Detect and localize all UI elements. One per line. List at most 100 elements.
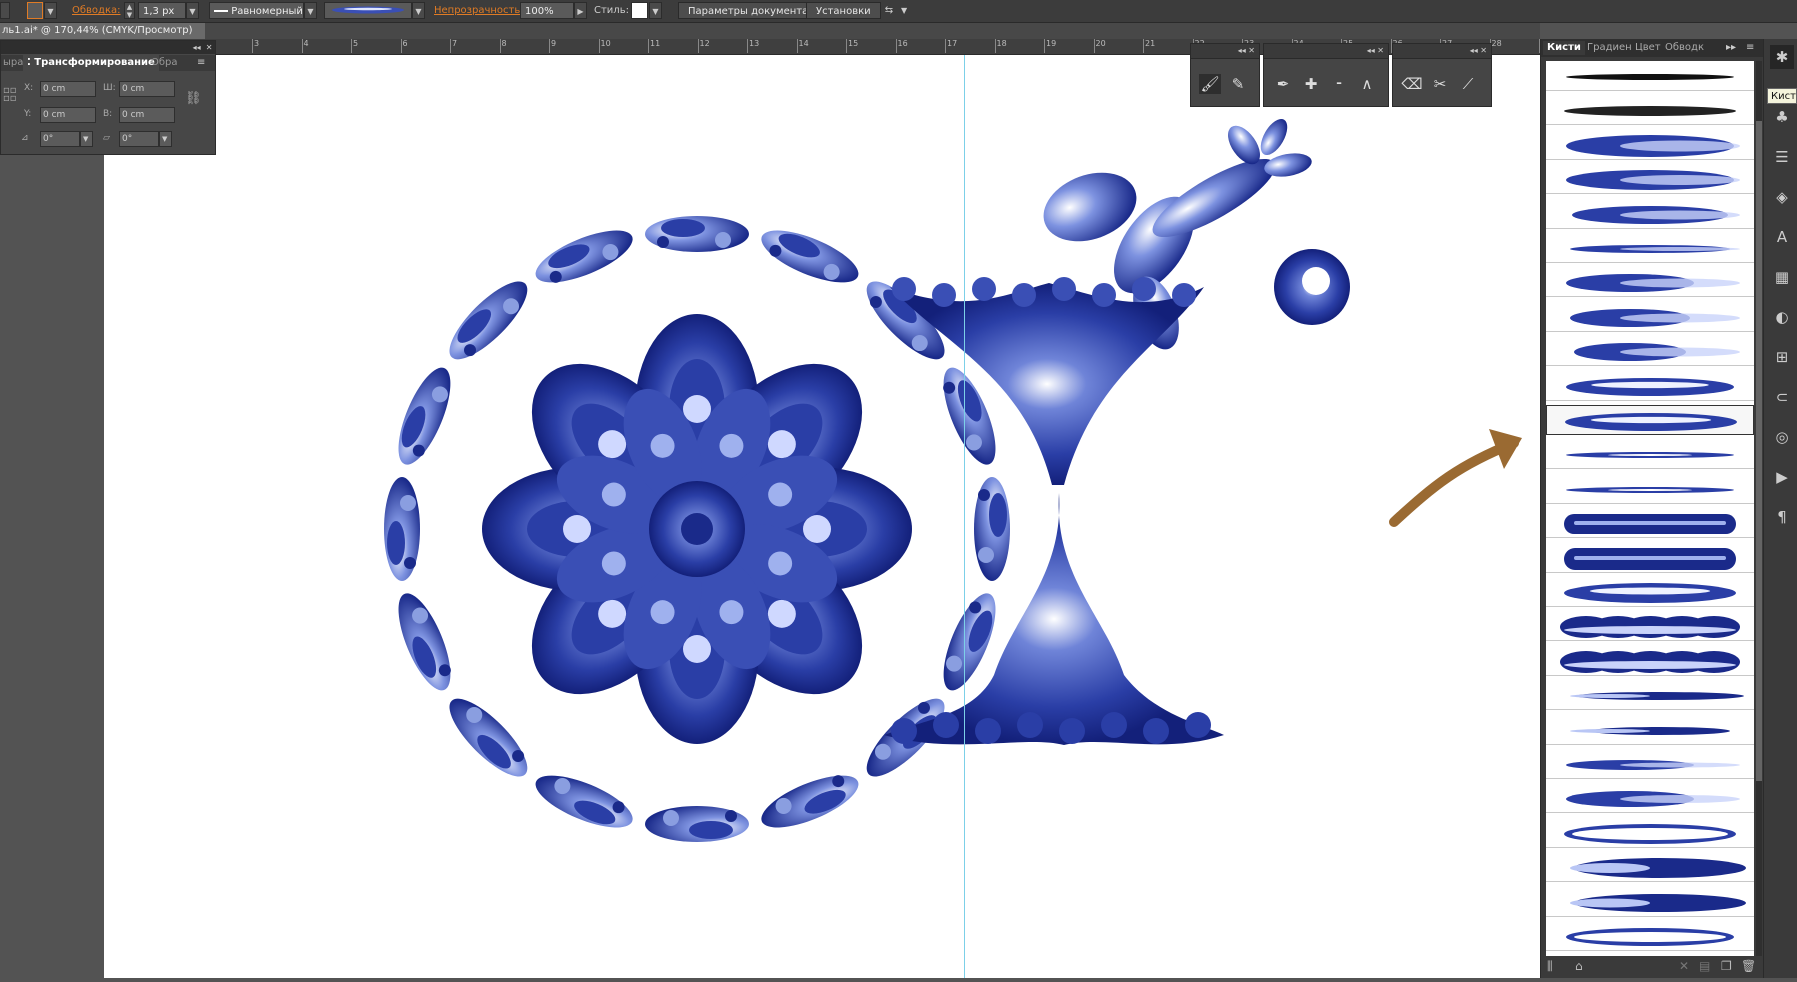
open-library-icon[interactable]: ⌂ xyxy=(1575,959,1583,973)
brush-list-item[interactable] xyxy=(1546,61,1754,91)
new-brush-icon[interactable]: ❐ xyxy=(1721,959,1732,973)
brush-list-item[interactable] xyxy=(1546,715,1754,745)
fill-swatch[interactable] xyxy=(0,2,10,19)
stroke-stepper[interactable]: ▲ ▼ xyxy=(124,2,135,19)
shear-dropdown[interactable]: ▼ xyxy=(159,131,172,147)
options-of-selected-icon[interactable]: ▤ xyxy=(1699,959,1710,973)
brush-list-item[interactable] xyxy=(1546,508,1754,539)
brush-list-item[interactable] xyxy=(1546,267,1754,298)
brush-list-scrollbar[interactable] xyxy=(1756,61,1762,956)
pen-tool-icon[interactable]: ✒ xyxy=(1272,74,1294,94)
align-dock-icon[interactable]: ☰ xyxy=(1770,145,1794,169)
preferences-button[interactable]: Установки xyxy=(806,2,881,19)
shear-input[interactable]: 0° xyxy=(119,131,159,147)
tool-panel-eraser-header[interactable]: ◂◂ ✕ xyxy=(1393,44,1491,59)
reference-point-icon[interactable]: ▫▫ ▫▫ xyxy=(3,86,17,104)
brush-list-item[interactable] xyxy=(1546,95,1754,126)
collapse-panels-icon[interactable]: ▸▸ xyxy=(1726,41,1736,55)
stroke-weight-dropdown[interactable]: ▼ xyxy=(186,2,199,19)
y-input[interactable]: 0 cm xyxy=(40,107,96,123)
w-input[interactable]: 0 cm xyxy=(119,81,175,97)
knife-tool-icon[interactable]: ⟋ xyxy=(1457,74,1479,94)
style-dropdown[interactable]: ▼ xyxy=(649,2,662,19)
document-setup-button[interactable]: Параметры документа xyxy=(678,2,819,19)
stroke-swatch[interactable] xyxy=(27,2,43,19)
guide-line[interactable] xyxy=(964,55,965,978)
tool-panel-pen-header[interactable]: ◂◂ ✕ xyxy=(1264,44,1388,59)
rotate-input[interactable]: 0° xyxy=(40,131,80,147)
stroke-label[interactable]: Обводка: xyxy=(72,2,121,19)
tab-color[interactable]: Цвет xyxy=(1635,41,1661,55)
swatches-dock-icon[interactable]: ▦ xyxy=(1770,265,1794,289)
brush-list-item[interactable] xyxy=(1546,130,1754,160)
opacity-input[interactable]: 100% xyxy=(520,2,574,19)
symbols-dock-icon[interactable]: ♣ xyxy=(1770,105,1794,129)
tab-stroke[interactable]: Обводк xyxy=(1665,41,1704,55)
stroke-weight-input[interactable]: 1,3 px xyxy=(138,2,186,19)
tab-pathfinder[interactable]: Обра xyxy=(151,55,178,71)
brush-list-item[interactable] xyxy=(1546,543,1754,573)
brush-libraries-icon[interactable]: ⫼ xyxy=(1547,959,1553,974)
eraser-tool-icon[interactable]: ⌫ xyxy=(1401,74,1423,94)
paragraph-dock-icon[interactable]: ¶ xyxy=(1770,505,1794,529)
brush-list-item[interactable] xyxy=(1546,233,1754,263)
brush-list[interactable] xyxy=(1546,61,1754,956)
panel-menu-icon[interactable]: ≡ xyxy=(197,55,205,71)
brush-list-item[interactable] xyxy=(1546,921,1754,951)
document-tab[interactable]: ль1.ai* @ 170,44% (CMYK/Просмотр) xyxy=(0,23,205,39)
brush-list-item[interactable] xyxy=(1546,474,1754,504)
paintbrush-tool-icon[interactable]: 🖌 xyxy=(1199,74,1221,94)
arrange-documents-icon[interactable]: ⇆ xyxy=(880,2,898,19)
brush-list-item[interactable] xyxy=(1546,336,1754,367)
tool-panel-brush-header[interactable]: ◂◂ ✕ xyxy=(1191,44,1259,59)
collapse-icon[interactable]: ◂◂ xyxy=(193,43,201,52)
brush-list-item[interactable] xyxy=(1546,199,1754,229)
brush-list-item[interactable] xyxy=(1546,164,1754,195)
graphic-styles-dock-icon[interactable]: ⊞ xyxy=(1770,345,1794,369)
brush-list-item[interactable] xyxy=(1546,852,1754,883)
scissors-tool-icon[interactable]: ✂ xyxy=(1429,74,1451,94)
brush-list-item[interactable] xyxy=(1546,646,1754,676)
brush-dropdown[interactable]: ▼ xyxy=(412,2,425,19)
scrollbar-thumb[interactable] xyxy=(1756,121,1762,781)
brush-list-item[interactable] xyxy=(1546,302,1754,332)
rotate-dropdown[interactable]: ▼ xyxy=(80,131,93,147)
brush-list-item[interactable] xyxy=(1546,680,1754,711)
brush-list-item[interactable] xyxy=(1546,405,1754,435)
tab-gradient[interactable]: Градиен xyxy=(1587,41,1632,55)
convert-anchor-point-icon[interactable]: ∧ xyxy=(1356,74,1378,94)
layers-dock-icon[interactable]: ◈ xyxy=(1770,185,1794,209)
links-dock-icon[interactable]: ⊂ xyxy=(1770,385,1794,409)
style-swatch[interactable] xyxy=(631,2,648,19)
variable-width-profile[interactable]: Равномерный xyxy=(209,2,304,19)
profile-dropdown[interactable]: ▼ xyxy=(304,2,317,19)
opacity-label[interactable]: Непрозрачность: xyxy=(434,2,524,19)
brush-list-item[interactable] xyxy=(1546,577,1754,607)
brush-list-item[interactable] xyxy=(1546,818,1754,848)
stroke-swatch-dropdown[interactable]: ▼ xyxy=(44,2,57,19)
tab-brushes[interactable]: Кисти xyxy=(1543,41,1585,55)
h-input[interactable]: 0 cm xyxy=(119,107,175,123)
brush-list-item[interactable] xyxy=(1546,371,1754,401)
close-icon[interactable]: ✕ xyxy=(206,43,213,52)
transparency-dock-icon[interactable]: ◎ xyxy=(1770,425,1794,449)
artboard[interactable] xyxy=(104,55,1540,978)
brush-list-item[interactable] xyxy=(1546,749,1754,779)
actions-dock-icon[interactable]: ▶ xyxy=(1770,465,1794,489)
add-anchor-point-icon[interactable]: ✚ xyxy=(1300,74,1322,94)
brushes-menu-icon[interactable]: ≡ xyxy=(1746,41,1754,55)
opacity-dropdown[interactable]: ▶ xyxy=(574,2,587,19)
brush-list-item[interactable] xyxy=(1546,887,1754,917)
brush-list-item[interactable] xyxy=(1546,611,1754,642)
blob-brush-tool-icon[interactable]: ✎ xyxy=(1227,74,1249,94)
constrain-proportions-icon[interactable]: ⛓ xyxy=(185,91,202,106)
x-input[interactable]: 0 cm xyxy=(40,81,96,97)
delete-anchor-point-icon[interactable]: ⁃ xyxy=(1328,74,1350,94)
tab-align[interactable]: ыра xyxy=(3,55,23,71)
brushes-dock-icon[interactable]: ✱ xyxy=(1770,45,1794,69)
delete-brush-icon[interactable]: 🗑 xyxy=(1741,959,1756,973)
brush-definition[interactable] xyxy=(324,2,412,19)
arrange-dropdown-icon[interactable]: ▼ xyxy=(901,2,907,19)
tab-transform[interactable]: ⁚ Трансформирование xyxy=(23,55,159,71)
transform-panel-header[interactable]: ◂◂ ✕ xyxy=(1,41,215,54)
